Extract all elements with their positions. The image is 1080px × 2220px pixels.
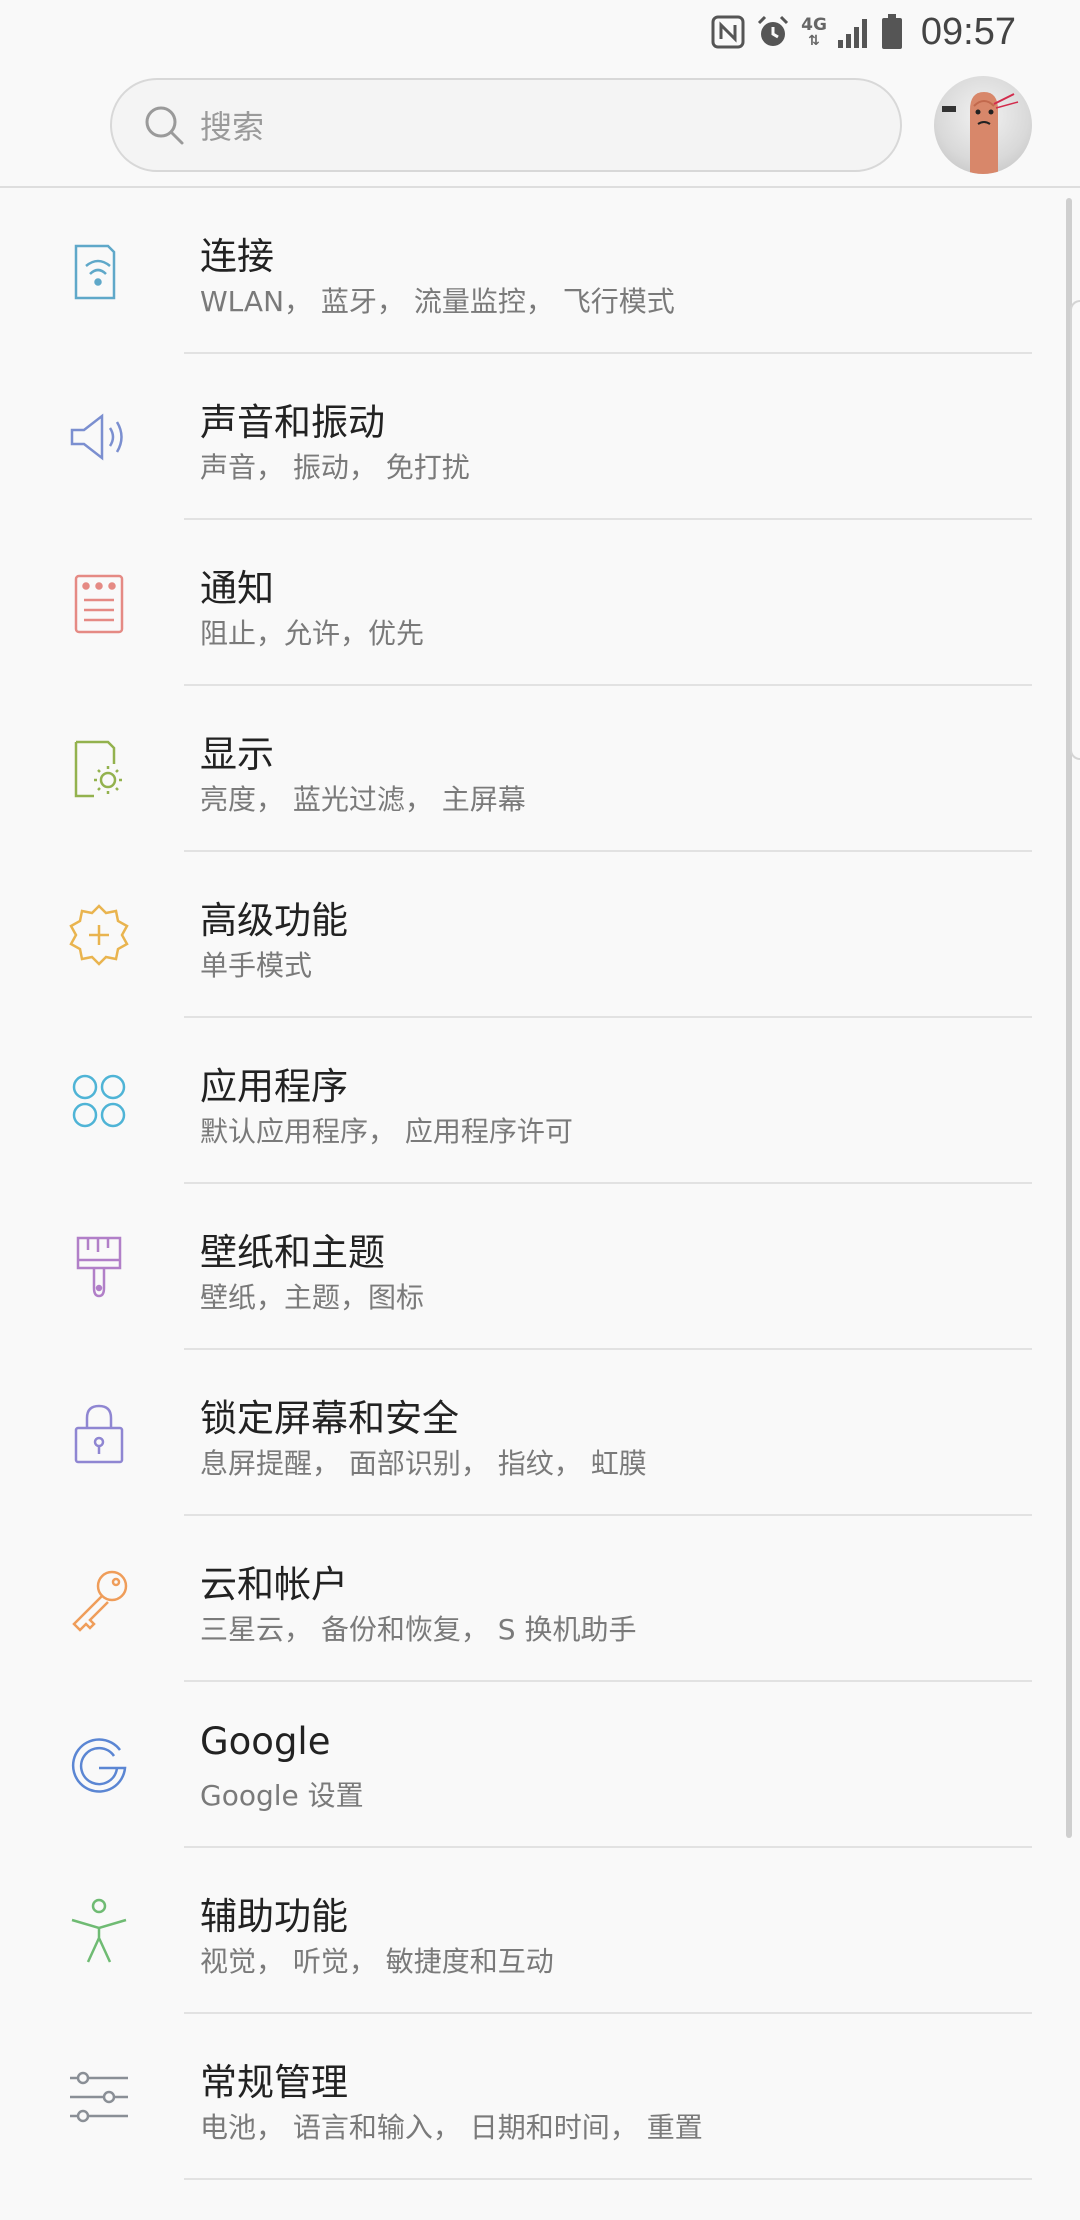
speaker-icon [70, 413, 123, 461]
item-subtitle: 电池， 语言和输入， 日期和时间， 重置 [200, 2111, 703, 2144]
search-bar[interactable]: 搜索 [110, 78, 902, 172]
search-icon [145, 106, 184, 145]
item-subtitle: 阻止，允许，优先 [200, 617, 425, 650]
settings-item-advanced-features[interactable]: 高级功能 单手模式 [0, 852, 1080, 1018]
item-subtitle: 壁纸，主题，图标 [200, 1281, 425, 1314]
settings-item-google[interactable]: Google Google 设置 [0, 1682, 1080, 1848]
settings-list: 连接 WLAN， 蓝牙， 流量监控， 飞行模式 声音和振动 声音， 振动， 免打… [0, 188, 1080, 2180]
settings-item-display[interactable]: 显示 亮度， 蓝光过滤， 主屏幕 [0, 686, 1080, 852]
item-title: 辅助功能 [200, 1895, 348, 1938]
item-title: 通知 [200, 567, 274, 610]
nfc-icon [711, 15, 745, 49]
google-icon [71, 1738, 127, 1793]
advanced-gear-plus-icon [69, 904, 129, 966]
settings-item-general-management[interactable]: 常规管理 电池， 语言和输入， 日期和时间， 重置 [0, 2014, 1080, 2180]
avatar-image [942, 92, 1019, 174]
item-subtitle: 单手模式 [200, 949, 313, 982]
battery-icon [881, 14, 902, 49]
clock: 09:57 [920, 10, 1016, 53]
item-title: 显示 [200, 733, 274, 776]
status-icons: 4G ⇅ 09:57 [711, 8, 1016, 56]
item-title: 锁定屏幕和安全 [200, 1397, 459, 1440]
search-placeholder: 搜索 [200, 108, 265, 146]
paintbrush-icon [76, 1236, 122, 1298]
settings-item-notifications[interactable]: 通知 阻止，允许，优先 [0, 520, 1080, 686]
item-subtitle: WLAN， 蓝牙， 流量监控， 飞行模式 [200, 285, 675, 318]
avatar[interactable] [934, 76, 1032, 174]
item-subtitle: 息屏提醒， 面部识别， 指纹， 虹膜 [200, 1447, 647, 1480]
connections-icon [74, 244, 116, 300]
item-subtitle: 视觉， 听觉， 敏捷度和互动 [200, 1945, 554, 1978]
item-subtitle: 声音， 振动， 免打扰 [200, 451, 470, 484]
settings-item-wallpapers-themes[interactable]: 壁纸和主题 壁纸，主题，图标 [0, 1184, 1080, 1350]
item-title: 连接 [200, 235, 274, 278]
settings-item-connections[interactable]: 连接 WLAN， 蓝牙， 流量监控， 飞行模式 [0, 188, 1080, 354]
accessibility-icon [71, 1898, 127, 1963]
status-bar: 4G ⇅ 09:57 [0, 0, 1080, 64]
item-title: 常规管理 [200, 2061, 348, 2104]
notification-icon [74, 574, 124, 634]
item-title: 壁纸和主题 [200, 1231, 385, 1274]
settings-item-accessibility[interactable]: 辅助功能 视觉， 听觉， 敏捷度和互动 [0, 1848, 1080, 2014]
item-title: 云和帐户 [200, 1563, 348, 1606]
item-subtitle: 亮度， 蓝光过滤， 主屏幕 [200, 783, 526, 816]
sliders-icon [70, 2071, 128, 2123]
key-icon [72, 1570, 128, 1632]
item-subtitle: 默认应用程序， 应用程序许可 [200, 1115, 573, 1148]
edge-panel-handle[interactable] [1070, 300, 1080, 760]
item-title: Google [200, 1720, 331, 1763]
settings-item-cloud-accounts[interactable]: 云和帐户 三星云， 备份和恢复， S 换机助手 [0, 1516, 1080, 1682]
apps-grid-icon [72, 1074, 126, 1128]
data-arrows-icon: ⇅ [808, 32, 820, 49]
alarm-icon [758, 15, 789, 46]
settings-item-sound-vibration[interactable]: 声音和振动 声音， 振动， 免打扰 [0, 354, 1080, 520]
network-label: 4G [801, 14, 827, 35]
item-subtitle: 三星云， 备份和恢复， S 换机助手 [200, 1613, 637, 1646]
display-brightness-icon [74, 740, 122, 798]
lock-icon [74, 1404, 124, 1464]
signal-icon [837, 19, 867, 48]
network-type: 4G ⇅ [801, 14, 827, 49]
settings-item-lock-screen-security[interactable]: 锁定屏幕和安全 息屏提醒， 面部识别， 指纹， 虹膜 [0, 1350, 1080, 1516]
settings-item-apps[interactable]: 应用程序 默认应用程序， 应用程序许可 [0, 1018, 1080, 1184]
row-divider [184, 2178, 1032, 2180]
item-title: 声音和振动 [200, 401, 385, 444]
item-subtitle: Google 设置 [200, 1779, 364, 1812]
item-title: 应用程序 [200, 1065, 348, 1108]
item-title: 高级功能 [200, 899, 348, 942]
